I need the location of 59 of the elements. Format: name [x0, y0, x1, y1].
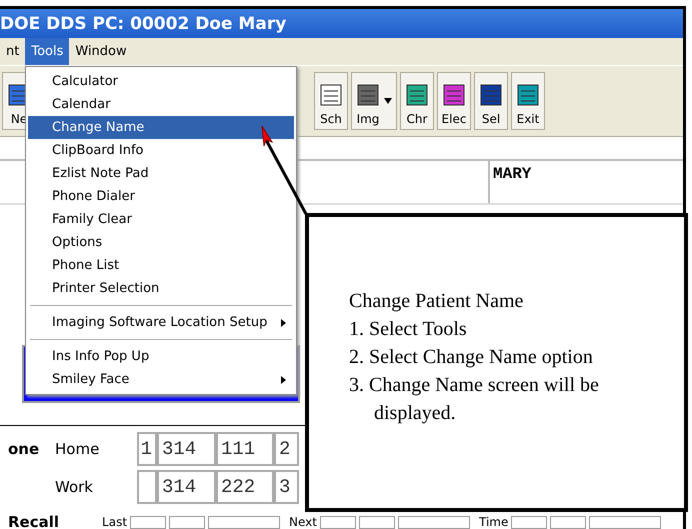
- date-field[interactable]: [320, 516, 356, 528]
- caret-icon[interactable]: [384, 98, 392, 104]
- date-field[interactable]: [589, 516, 662, 528]
- menu-option[interactable]: Printer Selection: [28, 277, 294, 300]
- submenu-arrow-icon: [281, 376, 286, 384]
- section-label: Recall: [7, 513, 60, 529]
- phone-field[interactable]: [137, 470, 157, 504]
- phone-field[interactable]: 111: [216, 432, 274, 466]
- section-label: one: [7, 440, 40, 458]
- toolbar-icon: [355, 82, 381, 108]
- date-field[interactable]: [169, 516, 206, 528]
- menu-item[interactable]: Window: [69, 38, 133, 65]
- toolbar-button[interactable]: Chr: [400, 72, 434, 130]
- field-label: Next: [289, 515, 317, 529]
- menu-option[interactable]: Options: [28, 231, 294, 254]
- first-name-field[interactable]: MARY: [488, 161, 534, 203]
- toolbar-icon: [515, 82, 541, 108]
- instruction-step: 1. Select Tools: [349, 315, 674, 343]
- menu-option[interactable]: Smiley Face: [28, 368, 294, 391]
- toolbar-button[interactable]: Sch: [314, 72, 348, 130]
- menu-option[interactable]: Ins Info Pop Up: [28, 345, 294, 368]
- menu-option[interactable]: Phone Dialer: [28, 185, 294, 208]
- toolbar-icon: [404, 82, 430, 108]
- toolbar-button[interactable]: Img: [351, 72, 397, 130]
- menu-option[interactable]: Imaging Software Location Setup: [28, 311, 294, 334]
- phone-field[interactable]: 314: [157, 432, 216, 466]
- field-label: Last: [102, 515, 128, 529]
- menu-option[interactable]: Family Clear: [28, 208, 294, 231]
- date-field[interactable]: [359, 516, 395, 528]
- date-field[interactable]: [550, 516, 586, 528]
- phone-label: Home: [55, 440, 100, 458]
- callout-title: Change Patient Name: [349, 289, 524, 314]
- instruction-step: 3. Change Name screen will be displayed.: [349, 371, 674, 427]
- toolbar-button[interactable]: Sel: [474, 72, 508, 130]
- toolbar-icon: [441, 82, 467, 108]
- date-field[interactable]: [208, 516, 280, 528]
- menu-option[interactable]: Phone List: [28, 254, 294, 277]
- menu-option[interactable]: ClipBoard Info: [28, 139, 294, 162]
- toolbar-icon: [478, 82, 504, 108]
- phone-field[interactable]: 1: [137, 432, 157, 466]
- date-field[interactable]: [130, 516, 166, 528]
- phone-label: Work: [55, 478, 94, 496]
- toolbar-button[interactable]: Elec: [437, 72, 471, 130]
- phone-field[interactable]: 2: [274, 432, 299, 466]
- window-title: DOE DDS PC: 00002 Doe Mary: [0, 9, 683, 38]
- toolbar-icon: [318, 82, 344, 108]
- date-field[interactable]: [511, 516, 548, 528]
- menu-option[interactable]: Ezlist Note Pad: [28, 162, 294, 185]
- menu-item[interactable]: Tools: [25, 38, 70, 65]
- phone-field[interactable]: 3: [274, 470, 299, 504]
- phone-field[interactable]: 314: [157, 470, 216, 504]
- menu-item[interactable]: nt: [0, 38, 26, 65]
- field-label: Time: [479, 515, 508, 529]
- submenu-arrow-icon: [281, 318, 286, 326]
- phone-field[interactable]: 222: [216, 470, 274, 504]
- instruction-step: 2. Select Change Name option: [349, 343, 674, 371]
- menu-option[interactable]: Change Name: [28, 116, 294, 139]
- date-field[interactable]: [398, 516, 470, 528]
- toolbar-button[interactable]: Exit: [511, 72, 545, 130]
